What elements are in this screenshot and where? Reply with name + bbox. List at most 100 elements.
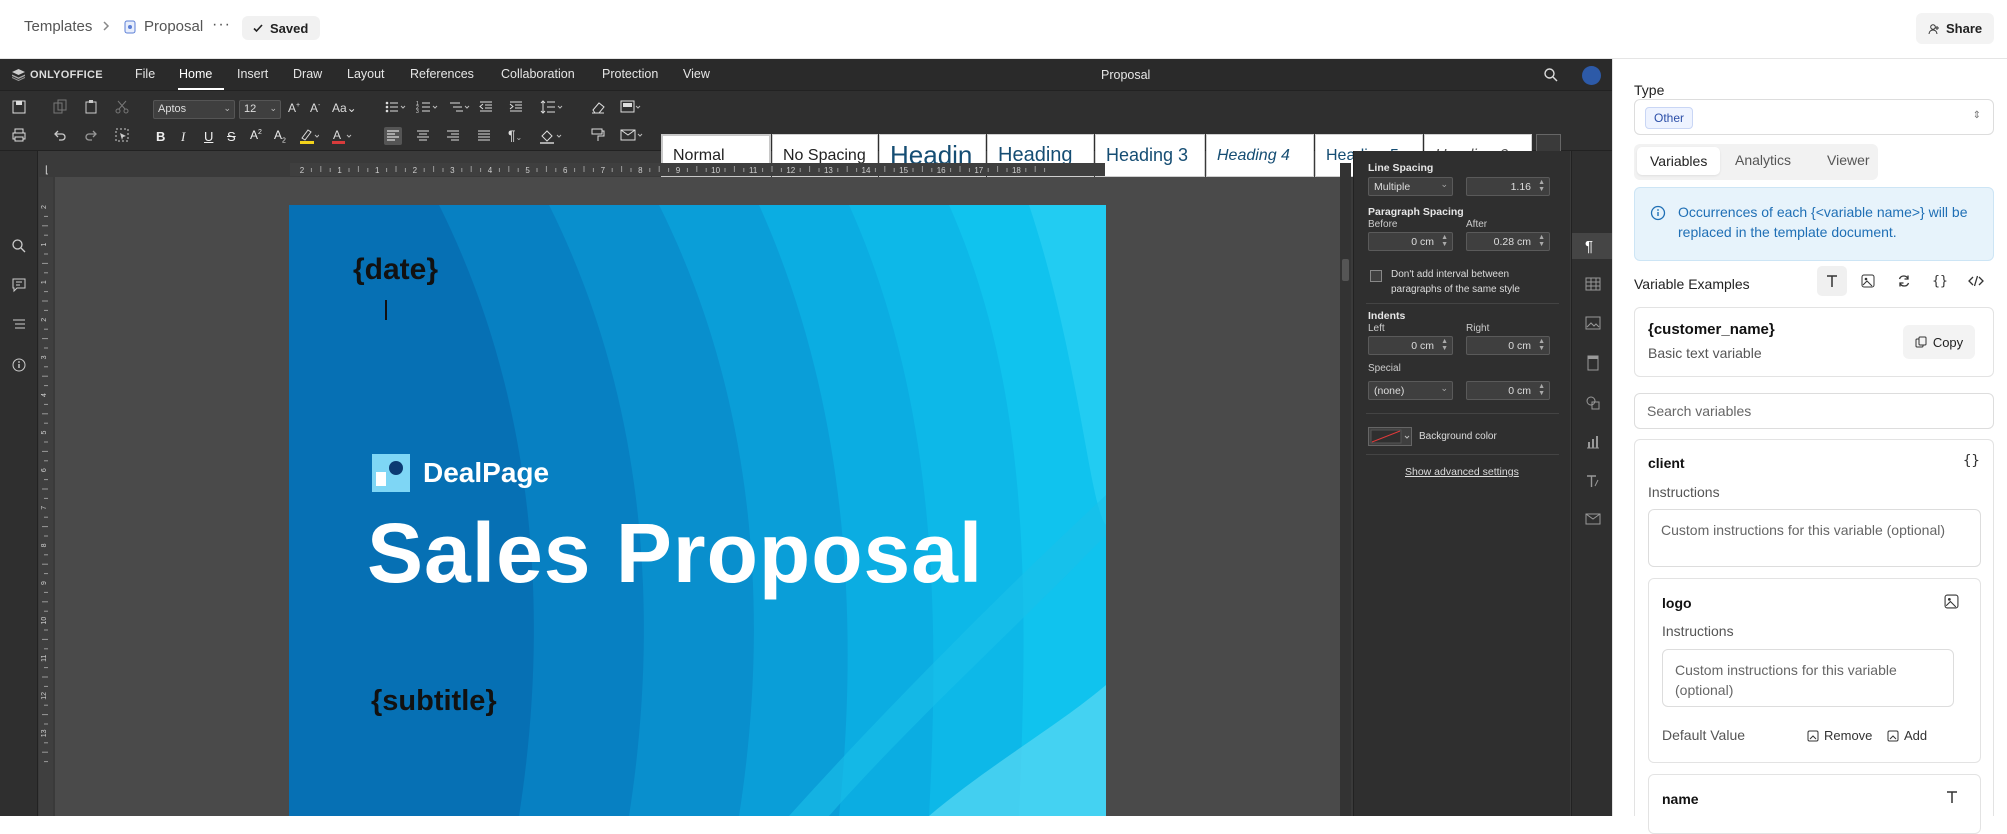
font-color-icon[interactable]: A <box>331 127 352 144</box>
subtitle-variable[interactable]: {subtitle} <box>371 685 497 718</box>
comments-icon[interactable] <box>11 277 27 293</box>
superscript-icon[interactable]: A2 <box>250 128 266 144</box>
indent-right-input[interactable]: 0 cm ▲ ▼ <box>1466 336 1550 355</box>
bullet-list-icon[interactable] <box>384 99 408 115</box>
object-type-icon[interactable]: {} <box>1963 453 1980 469</box>
navigation-icon[interactable] <box>11 317 27 333</box>
loop-type-icon[interactable] <box>1889 266 1919 296</box>
font-name-select[interactable]: Aptos ⌄ <box>153 100 235 119</box>
numbered-list-icon[interactable]: 123 <box>416 99 440 115</box>
code-type-icon[interactable] <box>1961 266 1991 296</box>
align-left-icon[interactable] <box>384 127 402 145</box>
copy-icon[interactable] <box>52 99 68 115</box>
type-select[interactable]: Other ⇕ <box>1634 99 1994 135</box>
paragraph-settings-icon[interactable]: ¶ <box>1585 238 1593 255</box>
object-type-icon[interactable]: {} <box>1925 266 1955 296</box>
special-indent-select[interactable]: (none) ⌄ <box>1368 381 1453 400</box>
date-variable[interactable]: {date} <box>353 253 438 287</box>
copy-button[interactable]: Copy <box>1903 325 1975 359</box>
background-color-picker[interactable] <box>1368 427 1412 446</box>
align-justify-icon[interactable] <box>476 128 492 144</box>
undo-icon[interactable] <box>52 127 68 143</box>
italic-icon[interactable]: I <box>181 129 197 145</box>
image-type-icon[interactable] <box>1853 266 1883 296</box>
menu-references[interactable]: References <box>410 67 474 81</box>
text-type-icon[interactable] <box>1945 790 1959 804</box>
mail-merge-settings-icon[interactable] <box>1585 512 1601 526</box>
find-icon[interactable] <box>11 238 27 254</box>
cut-icon[interactable] <box>114 99 130 115</box>
menu-view[interactable]: View <box>683 67 710 81</box>
special-indent-amount-input[interactable]: 0 cm ▲ ▼ <box>1466 381 1550 400</box>
copy-style-icon[interactable] <box>590 127 606 143</box>
menu-draw[interactable]: Draw <box>293 67 322 81</box>
document-page[interactable]: {date} DealPage Sales Proposal {subtitle… <box>289 205 1106 816</box>
style-heading-4[interactable]: Heading 4 <box>1206 134 1314 177</box>
client-instructions-textarea[interactable]: Custom instructions for this variable (o… <box>1648 509 1981 567</box>
mail-merge-icon[interactable] <box>620 127 646 143</box>
line-spacing-mode-select[interactable]: Multiple ⌄ <box>1368 177 1453 196</box>
about-icon[interactable] <box>11 357 27 373</box>
underline-icon[interactable]: U <box>204 129 220 145</box>
show-advanced-settings-link[interactable]: Show advanced settings <box>1405 466 1519 478</box>
remove-image-button[interactable]: Remove <box>1807 728 1872 743</box>
style-heading-3[interactable]: Heading 3 <box>1095 134 1205 177</box>
align-right-icon[interactable] <box>445 128 461 144</box>
chart-settings-icon[interactable] <box>1585 434 1601 450</box>
spacing-after-input[interactable]: 0.28 cm ▲ ▼ <box>1466 232 1550 251</box>
shading-icon[interactable] <box>538 127 564 144</box>
increase-indent-icon[interactable] <box>508 99 524 115</box>
menu-insert[interactable]: Insert <box>237 67 268 81</box>
text-type-icon[interactable] <box>1817 266 1847 296</box>
line-spacing-value-input[interactable]: 1.16 ▲ ▼ <box>1466 177 1550 196</box>
image-type-icon[interactable] <box>1944 594 1959 609</box>
text-art-settings-icon[interactable] <box>1585 473 1601 489</box>
tab-variables[interactable]: Variables <box>1637 147 1721 175</box>
menu-file[interactable]: File <box>135 67 155 81</box>
align-center-icon[interactable] <box>415 128 431 144</box>
menu-collaboration[interactable]: Collaboration <box>501 67 575 81</box>
shape-settings-icon[interactable] <box>1585 395 1601 411</box>
print-icon[interactable] <box>11 127 27 143</box>
save-icon[interactable] <box>11 99 27 115</box>
paste-icon[interactable] <box>83 99 99 115</box>
line-spacing-icon[interactable] <box>540 99 564 115</box>
menu-protection[interactable]: Protection <box>602 67 658 81</box>
share-button[interactable]: Share <box>1916 13 1995 44</box>
decrease-indent-icon[interactable] <box>478 99 494 115</box>
decrease-font-icon[interactable]: A- <box>310 101 326 117</box>
paragraph-marks-icon[interactable]: ¶⌄ <box>508 127 532 143</box>
clear-style-icon[interactable] <box>590 99 606 115</box>
select-all-icon[interactable] <box>114 127 130 143</box>
search-icon[interactable] <box>1543 67 1559 83</box>
change-case-icon[interactable]: Aa⌄ <box>332 101 358 117</box>
spacing-before-input[interactable]: 0 cm ▲ ▼ <box>1368 232 1453 251</box>
strikethrough-icon[interactable]: S <box>227 129 243 145</box>
highlight-color-icon[interactable] <box>299 127 319 144</box>
image-settings-icon[interactable] <box>1585 316 1601 330</box>
tab-analytics[interactable]: Analytics <box>1735 152 1791 168</box>
redo-icon[interactable] <box>83 127 99 143</box>
tab-stop-icon[interactable]: ⌊ <box>45 165 49 176</box>
proposal-title[interactable]: Sales Proposal <box>367 505 983 602</box>
header-footer-settings-icon[interactable] <box>1585 355 1601 371</box>
menu-home[interactable]: Home <box>179 67 212 81</box>
font-size-select[interactable]: 12 ⌄ <box>239 100 281 119</box>
more-options-icon[interactable]: ··· <box>212 16 231 34</box>
tab-viewer[interactable]: Viewer <box>1827 152 1870 168</box>
no-interval-checkbox[interactable] <box>1370 270 1382 282</box>
breadcrumb-proposal[interactable]: Proposal <box>124 18 203 35</box>
indent-left-input[interactable]: 0 cm ▲ ▼ <box>1368 336 1453 355</box>
multilevel-list-icon[interactable] <box>448 99 472 115</box>
menu-layout[interactable]: Layout <box>347 67 385 81</box>
add-image-button[interactable]: Add <box>1887 728 1927 743</box>
table-settings-icon[interactable] <box>1585 277 1601 291</box>
bold-icon[interactable]: B <box>156 129 172 145</box>
subscript-icon[interactable]: A2 <box>274 128 290 144</box>
increase-font-icon[interactable]: A+ <box>288 101 304 117</box>
breadcrumb-templates[interactable]: Templates <box>24 18 92 35</box>
user-avatar[interactable] <box>1582 66 1601 85</box>
color-scheme-icon[interactable] <box>620 99 644 115</box>
scrollbar-thumb[interactable] <box>1342 259 1349 281</box>
logo-instructions-textarea[interactable]: Custom instructions for this variable (o… <box>1662 649 1954 707</box>
